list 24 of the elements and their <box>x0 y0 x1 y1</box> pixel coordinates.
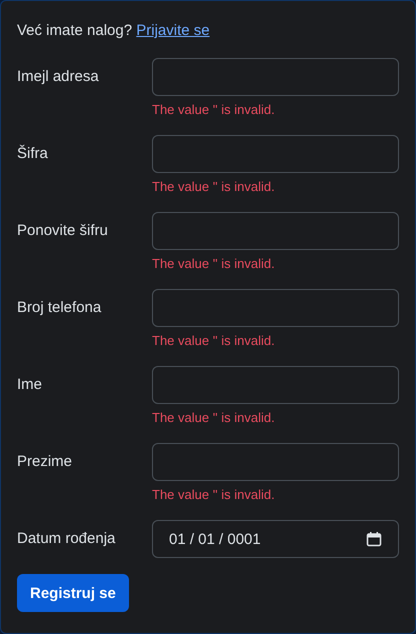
register-button[interactable]: Registruj se <box>17 574 129 612</box>
input-field[interactable] <box>152 366 399 404</box>
login-link[interactable]: Prijavite se <box>136 22 210 39</box>
login-prompt: Već imate nalog? Prijavite se <box>17 21 211 41</box>
field-label: Ime <box>17 375 44 395</box>
input-field[interactable] <box>152 443 399 481</box>
error-message: The value '' is invalid. <box>152 178 276 196</box>
field-label: Imejl adresa <box>17 67 100 87</box>
input-field[interactable] <box>152 289 399 327</box>
field-label: Datum rođenja <box>17 529 116 549</box>
calendar-icon[interactable] <box>366 531 382 547</box>
input-field[interactable] <box>152 58 399 96</box>
error-message: The value '' is invalid. <box>152 409 276 427</box>
error-message: The value '' is invalid. <box>152 255 276 273</box>
error-message: The value '' is invalid. <box>152 486 276 504</box>
input-field[interactable] <box>152 212 399 250</box>
error-message: The value '' is invalid. <box>152 332 276 350</box>
field-label: Ponovite šifru <box>17 221 109 241</box>
field-label: Prezime <box>17 452 74 472</box>
date-field[interactable]: 01 / 01 / 0001 <box>152 520 399 558</box>
error-message: The value '' is invalid. <box>152 101 276 119</box>
field-label: Šifra <box>17 144 49 164</box>
field-label: Broj telefona <box>17 298 102 318</box>
input-field[interactable] <box>152 135 399 173</box>
